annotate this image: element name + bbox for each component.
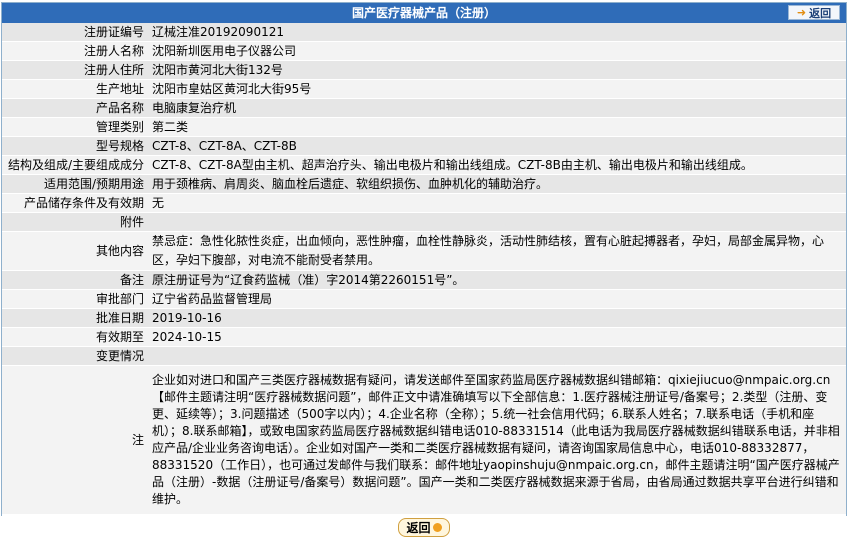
table-row: 管理类别 第二类 [2, 117, 846, 137]
table-row: 注册证编号 辽械注准20192090121 [2, 23, 846, 42]
detail-table: 注册证编号 辽械注准20192090121 注册人名称 沈阳新圳医用电子仪器公司… [2, 23, 846, 515]
table-row: 适用范围/预期用途 用于颈椎病、肩周炎、脑血栓后遗症、软组织损伤、血肿机化的辅助… [2, 174, 846, 194]
field-value: 禁忌症：急性化脓性炎症，出血倾向，恶性肿瘤，血栓性静脉炎，活动性肺结核，置有心脏… [148, 231, 846, 271]
field-value [148, 346, 846, 366]
note-row: 注 企业如对进口和国产三类医疗器械数据有疑问，请发送邮件至国家药监局医疗器械数据… [2, 365, 846, 515]
field-label: 生产地址 [2, 79, 148, 99]
table-row: 附件 [2, 212, 846, 232]
field-label: 型号规格 [2, 136, 148, 156]
table-row: 变更情况 [2, 346, 846, 366]
table-row: 结构及组成/主要组成成分 CZT-8、CZT-8A型由主机、超声治疗头、输出电极… [2, 155, 846, 175]
field-label: 产品名称 [2, 98, 148, 118]
note-label: 注 [2, 365, 148, 515]
field-value: 沈阳市黄河北大街132号 [148, 60, 846, 80]
table-row: 注册人名称 沈阳新圳医用电子仪器公司 [2, 41, 846, 61]
back-button-top[interactable]: ➜ 返回 [788, 5, 840, 20]
note-text: 企业如对进口和国产三类医疗器械数据有疑问，请发送邮件至国家药监局医疗器械数据纠错… [148, 365, 846, 515]
field-value: 无 [148, 193, 846, 213]
table-row: 产品储存条件及有效期 无 [2, 193, 846, 213]
table-row: 产品名称 电脑康复治疗机 [2, 98, 846, 118]
field-label: 管理类别 [2, 117, 148, 137]
field-value: 原注册证号为“辽食药监械（准）字2014第2260151号”。 [148, 270, 846, 290]
field-value: 2019-10-16 [148, 308, 846, 328]
table-row: 型号规格 CZT-8、CZT-8A、CZT-8B [2, 136, 846, 156]
table-row: 批准日期 2019-10-16 [2, 308, 846, 328]
field-value: 第二类 [148, 117, 846, 137]
table-row: 审批部门 辽宁省药品监督管理局 [2, 289, 846, 309]
field-label: 结构及组成/主要组成成分 [2, 155, 148, 175]
field-label: 有效期至 [2, 327, 148, 347]
back-button-top-label: 返回 [809, 6, 832, 20]
field-label: 注册证编号 [2, 23, 148, 42]
field-value [148, 212, 846, 232]
field-label: 注册人名称 [2, 41, 148, 61]
field-label: 适用范围/预期用途 [2, 174, 148, 194]
page-title: 国产医疗器械产品（注册） [351, 6, 496, 20]
field-value: 辽械注准20192090121 [148, 23, 846, 42]
field-label: 产品储存条件及有效期 [2, 193, 148, 213]
field-label: 其他内容 [2, 231, 148, 271]
field-value: 用于颈椎病、肩周炎、脑血栓后遗症、软组织损伤、血肿机化的辅助治疗。 [148, 174, 846, 194]
table-row: 有效期至 2024-10-15 [2, 327, 846, 347]
field-label: 批准日期 [2, 308, 148, 328]
field-label: 附件 [2, 212, 148, 232]
back-button-bottom[interactable]: 返回 [398, 518, 450, 537]
table-row: 注册人住所 沈阳市黄河北大街132号 [2, 60, 846, 80]
return-icon [432, 523, 442, 532]
table-row: 其他内容 禁忌症：急性化脓性炎症，出血倾向，恶性肿瘤，血栓性静脉炎，活动性肺结核… [2, 231, 846, 271]
field-label: 审批部门 [2, 289, 148, 309]
field-label: 变更情况 [2, 346, 148, 366]
field-value: CZT-8、CZT-8A、CZT-8B [148, 136, 846, 156]
field-value: CZT-8、CZT-8A型由主机、超声治疗头、输出电极片和输出线组成。CZT-8… [148, 155, 846, 175]
table-row: 生产地址 沈阳市皇姑区黄河北大街95号 [2, 79, 846, 99]
field-value: 沈阳新圳医用电子仪器公司 [148, 41, 846, 61]
field-value: 2024-10-15 [148, 327, 846, 347]
field-value: 沈阳市皇姑区黄河北大街95号 [148, 79, 846, 99]
back-button-bottom-label: 返回 [406, 521, 431, 535]
field-label: 备注 [2, 270, 148, 290]
field-value: 辽宁省药品监督管理局 [148, 289, 846, 309]
header-bar: 国产医疗器械产品（注册） ➜ 返回 [2, 3, 846, 23]
arrow-right-icon: ➜ [796, 6, 807, 19]
field-label: 注册人住所 [2, 60, 148, 80]
detail-panel: 国产医疗器械产品（注册） ➜ 返回 注册证编号 辽械注准20192090121 … [1, 2, 847, 540]
field-value: 电脑康复治疗机 [148, 98, 846, 118]
table-row: 备注 原注册证号为“辽食药监械（准）字2014第2260151号”。 [2, 270, 846, 290]
